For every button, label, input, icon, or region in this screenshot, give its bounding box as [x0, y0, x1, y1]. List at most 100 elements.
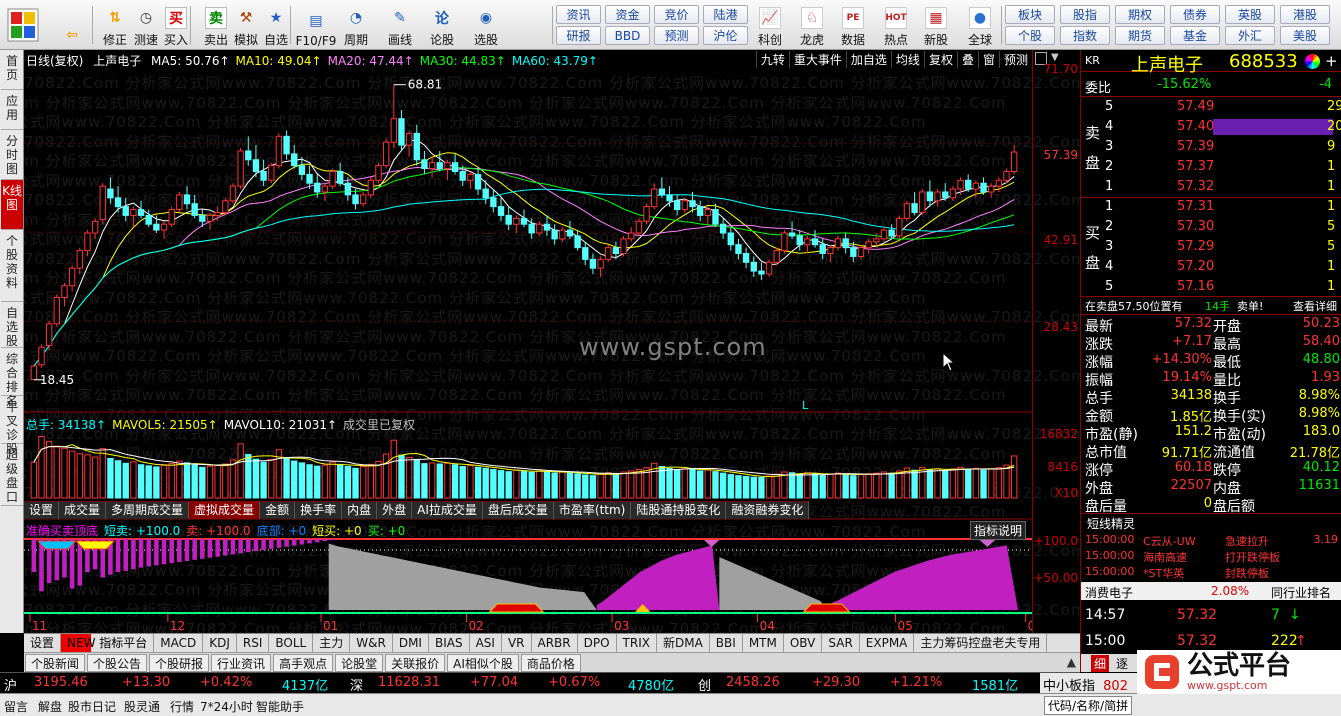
- nav-item-个股资料[interactable]: 个股资料: [1, 230, 23, 302]
- add-icon[interactable]: +: [1325, 52, 1338, 70]
- volume-tab-虚拟成交量[interactable]: 虚拟成交量: [189, 502, 261, 519]
- code-search-box[interactable]: 代码/名称/简拼: [1044, 696, 1133, 715]
- 数据-toolbar-button[interactable]: PE 数据: [833, 2, 873, 48]
- bottom-link-股灵通[interactable]: 股灵通: [124, 698, 160, 715]
- 论股-toolbar-button[interactable]: 论论股: [423, 2, 461, 48]
- bid-row[interactable]: 3 57.29 5: [1081, 238, 1341, 257]
- indicator-tab-设置[interactable]: 设置: [24, 634, 62, 652]
- sector-rank[interactable]: 同行业排名: [1271, 584, 1331, 601]
- app-logo-icon[interactable]: [4, 6, 44, 44]
- 热点-toolbar-button[interactable]: HOT 热点: [876, 2, 916, 48]
- 龙虎-toolbar-button[interactable]: ♘ 龙虎: [792, 2, 832, 48]
- volume-tab-内盘[interactable]: 内盘: [342, 502, 378, 519]
- zx-index[interactable]: 中小板指 802: [1040, 673, 1137, 694]
- bottom-link-智能助手[interactable]: 智能助手: [256, 698, 304, 715]
- news-tab-个股新闻[interactable]: 个股新闻: [25, 654, 86, 672]
- indicator-tab-主力[interactable]: 主力: [313, 634, 351, 652]
- quick-button-研报[interactable]: 研报: [556, 26, 601, 45]
- color-wheel-icon[interactable]: [1305, 54, 1320, 69]
- F10/F9-toolbar-button[interactable]: ▤ F10/F9: [296, 2, 337, 48]
- bid-row[interactable]: 4 57.20 1: [1081, 258, 1341, 277]
- kline-chart-area[interactable]: 70822.Com 分析家公式网www.70822.Com 分析家公式网www.…: [24, 50, 1080, 633]
- fast-row[interactable]: 15:00:00 海南高速 打开跌停板: [1081, 548, 1341, 564]
- ask-row[interactable]: 4 57.40 20: [1081, 118, 1341, 137]
- fast-row[interactable]: 15:00:00 C云从-UW 急速拉升 3.19: [1081, 532, 1341, 548]
- market-button-板块[interactable]: 板块: [1005, 5, 1055, 24]
- panel-tab-逐[interactable]: 逐: [1113, 655, 1131, 672]
- indicator-tab-MTM[interactable]: MTM: [743, 634, 784, 652]
- market-button-指数[interactable]: 指数: [1060, 26, 1110, 45]
- market-button-基金[interactable]: 基金: [1170, 26, 1220, 45]
- indicator-tab-TRIX[interactable]: TRIX: [617, 634, 657, 652]
- market-button-股指[interactable]: 股指: [1060, 5, 1110, 24]
- ask-row[interactable]: 1 57.32 1: [1081, 178, 1341, 197]
- news-tab-个股研报[interactable]: 个股研报: [149, 654, 210, 672]
- indicator-tab-DPO[interactable]: DPO: [578, 634, 617, 652]
- indicator-tab-OBV[interactable]: OBV: [784, 634, 823, 652]
- 全球-toolbar-button[interactable]: ● 全球: [960, 2, 1000, 48]
- 周期-toolbar-button[interactable]: ◔ 周期: [337, 2, 375, 48]
- 新股-toolbar-button[interactable]: ▦ 新股: [916, 2, 956, 48]
- volume-tab-陆股通持股变化[interactable]: 陆股通持股变化: [631, 502, 727, 519]
- cy-index-value[interactable]: 2458.26: [726, 675, 780, 690]
- indicator-tab-新DMA[interactable]: 新DMA: [657, 634, 710, 652]
- quick-button-陆港[interactable]: 陆港: [703, 5, 748, 24]
- 选股-toolbar-button[interactable]: ◉ 选股: [467, 2, 505, 48]
- sz-index-value[interactable]: 11628.31: [378, 675, 440, 690]
- volume-tab-多周期成交量[interactable]: 多周期成交量: [106, 502, 190, 519]
- sector-row[interactable]: 消费电子 2.08% 同行业排名: [1081, 582, 1341, 600]
- market-button-英股[interactable]: 英股: [1225, 5, 1275, 24]
- indicator-tab-VR[interactable]: VR: [502, 634, 532, 652]
- bid-row[interactable]: 5 57.16 1: [1081, 278, 1341, 297]
- 科创-toolbar-button[interactable]: 📈 科创: [750, 2, 790, 48]
- indicator-tab-主力筹码控盘老夫专用[interactable]: 主力筹码控盘老夫专用: [914, 634, 1048, 652]
- bottom-link-解盘[interactable]: 解盘: [38, 698, 62, 715]
- ask-row[interactable]: 3 57.39 9: [1081, 138, 1341, 157]
- news-tab-商品价格[interactable]: 商品价格: [520, 654, 581, 672]
- bottom-link-7*24小时[interactable]: 7*24小时: [200, 698, 253, 715]
- sh-index-value[interactable]: 3195.46: [34, 675, 88, 690]
- quick-button-预测[interactable]: 预测: [654, 26, 699, 45]
- indicator-tab-BOLL[interactable]: BOLL: [269, 634, 314, 652]
- indicator-tab-BBI[interactable]: BBI: [710, 634, 743, 652]
- indicator-tab-ASI[interactable]: ASI: [470, 634, 502, 652]
- order-detail-button[interactable]: 查看详细: [1293, 298, 1337, 314]
- market-button-期货[interactable]: 期货: [1115, 26, 1165, 45]
- news-tab-AI相似个股[interactable]: AI相似个股: [447, 654, 519, 672]
- volume-tab-换手率[interactable]: 换手率: [295, 502, 343, 519]
- volume-tab-AI拉成交量[interactable]: AI拉成交量: [412, 502, 483, 519]
- indicator-tab-ARBR[interactable]: ARBR: [532, 634, 578, 652]
- indicator-tab-BIAS[interactable]: BIAS: [429, 634, 470, 652]
- nav-item-综合排名[interactable]: 综合排名: [1, 348, 23, 408]
- indicator-tab-W&R[interactable]: W&R: [350, 634, 393, 652]
- quick-button-资金[interactable]: 资金: [605, 5, 650, 24]
- volume-tab-设置[interactable]: 设置: [24, 502, 60, 519]
- fast-row[interactable]: 15:00:00 *ST华英 封跌停板: [1081, 564, 1341, 580]
- nav-item-分时图[interactable]: 分时图: [1, 130, 23, 180]
- volume-tab-融资融券变化[interactable]: 融资融券变化: [726, 502, 810, 519]
- quick-button-竞价[interactable]: 竞价: [654, 5, 699, 24]
- indicator-tab-SAR[interactable]: SAR: [822, 634, 860, 652]
- expand-up-icon[interactable]: ▲: [1067, 655, 1076, 669]
- news-tab-个股公告[interactable]: 个股公告: [87, 654, 148, 672]
- indicator-tab-DMI[interactable]: DMI: [393, 634, 429, 652]
- indicator-tab-NEW 指标平台[interactable]: NEW 指标平台: [61, 634, 155, 652]
- volume-tab-市盈率(ttm)[interactable]: 市盈率(ttm): [553, 502, 632, 519]
- market-button-期权[interactable]: 期权: [1115, 5, 1165, 24]
- ask-row[interactable]: 5 57.49 29: [1081, 98, 1341, 117]
- volume-tab-金额[interactable]: 金额: [260, 502, 296, 519]
- market-button-债券[interactable]: 债券: [1170, 5, 1220, 24]
- indicator-tab-KDJ[interactable]: KDJ: [203, 634, 237, 652]
- indicator-tab-MACD[interactable]: MACD: [154, 634, 204, 652]
- nav-item-应用[interactable]: 应用: [1, 90, 23, 130]
- quick-button-资讯[interactable]: 资讯: [556, 5, 601, 24]
- panel-tab-细[interactable]: 细: [1091, 655, 1110, 672]
- bottom-link-行情[interactable]: 行情: [170, 698, 194, 715]
- volume-tab-成交量[interactable]: 成交量: [59, 502, 107, 519]
- nav-item-牛叉诊股[interactable]: 牛叉诊股: [1, 396, 23, 456]
- market-button-个股[interactable]: 个股: [1005, 26, 1055, 45]
- fast-title[interactable]: 短线精灵: [1087, 515, 1135, 532]
- 画线-toolbar-button[interactable]: ✎ 画线: [381, 2, 419, 48]
- indicator-help-button[interactable]: 指标说明: [970, 521, 1027, 540]
- indicator-tab-EXPMA[interactable]: EXPMA: [860, 634, 915, 652]
